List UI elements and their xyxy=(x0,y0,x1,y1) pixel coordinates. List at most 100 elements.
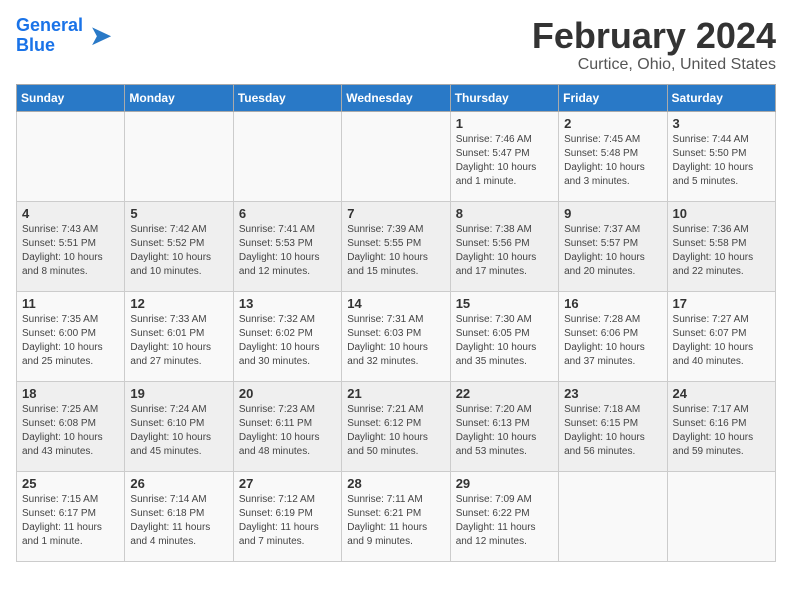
day-number: 14 xyxy=(347,296,444,311)
col-header-wednesday: Wednesday xyxy=(342,84,450,111)
calendar-cell: 29 Sunrise: 7:09 AM Sunset: 6:22 PM Dayli… xyxy=(450,471,558,561)
col-header-friday: Friday xyxy=(559,84,667,111)
day-detail: Sunrise: 7:38 AM Sunset: 5:56 PM Dayligh… xyxy=(456,223,553,279)
calendar-cell: 6 Sunrise: 7:41 AM Sunset: 5:53 PM Daylig… xyxy=(233,201,341,291)
calendar-table: SundayMondayTuesdayWednesdayThursdayFrid… xyxy=(16,84,776,562)
calendar-cell xyxy=(342,111,450,201)
calendar-cell: 16 Sunrise: 7:28 AM Sunset: 6:06 PM Dayli… xyxy=(559,291,667,381)
calendar-cell: 4 Sunrise: 7:43 AM Sunset: 5:51 PM Daylig… xyxy=(17,201,125,291)
calendar-cell: 21 Sunrise: 7:21 AM Sunset: 6:12 PM Dayli… xyxy=(342,381,450,471)
day-number: 3 xyxy=(673,116,770,131)
day-detail: Sunrise: 7:31 AM Sunset: 6:03 PM Dayligh… xyxy=(347,313,444,369)
day-number: 5 xyxy=(130,206,227,221)
calendar-cell: 7 Sunrise: 7:39 AM Sunset: 5:55 PM Daylig… xyxy=(342,201,450,291)
day-detail: Sunrise: 7:35 AM Sunset: 6:00 PM Dayligh… xyxy=(22,313,119,369)
day-number: 16 xyxy=(564,296,661,311)
calendar-cell: 1 Sunrise: 7:46 AM Sunset: 5:47 PM Daylig… xyxy=(450,111,558,201)
calendar-cell: 23 Sunrise: 7:18 AM Sunset: 6:15 PM Dayli… xyxy=(559,381,667,471)
calendar-cell: 25 Sunrise: 7:15 AM Sunset: 6:17 PM Dayli… xyxy=(17,471,125,561)
day-detail: Sunrise: 7:41 AM Sunset: 5:53 PM Dayligh… xyxy=(239,223,336,279)
day-number: 29 xyxy=(456,476,553,491)
logo: General Blue ➤ xyxy=(16,16,113,56)
col-header-tuesday: Tuesday xyxy=(233,84,341,111)
day-number: 1 xyxy=(456,116,553,131)
day-detail: Sunrise: 7:45 AM Sunset: 5:48 PM Dayligh… xyxy=(564,133,661,189)
day-detail: Sunrise: 7:39 AM Sunset: 5:55 PM Dayligh… xyxy=(347,223,444,279)
calendar-cell: 24 Sunrise: 7:17 AM Sunset: 6:16 PM Dayli… xyxy=(667,381,775,471)
day-detail: Sunrise: 7:23 AM Sunset: 6:11 PM Dayligh… xyxy=(239,403,336,459)
day-number: 22 xyxy=(456,386,553,401)
day-number: 11 xyxy=(22,296,119,311)
col-header-saturday: Saturday xyxy=(667,84,775,111)
day-number: 20 xyxy=(239,386,336,401)
day-detail: Sunrise: 7:36 AM Sunset: 5:58 PM Dayligh… xyxy=(673,223,770,279)
calendar-cell: 27 Sunrise: 7:12 AM Sunset: 6:19 PM Dayli… xyxy=(233,471,341,561)
location: Curtice, Ohio, United States xyxy=(532,56,776,74)
day-number: 24 xyxy=(673,386,770,401)
day-number: 26 xyxy=(130,476,227,491)
day-number: 19 xyxy=(130,386,227,401)
calendar-cell: 2 Sunrise: 7:45 AM Sunset: 5:48 PM Daylig… xyxy=(559,111,667,201)
calendar-cell xyxy=(17,111,125,201)
day-number: 28 xyxy=(347,476,444,491)
day-detail: Sunrise: 7:43 AM Sunset: 5:51 PM Dayligh… xyxy=(22,223,119,279)
day-detail: Sunrise: 7:21 AM Sunset: 6:12 PM Dayligh… xyxy=(347,403,444,459)
day-number: 13 xyxy=(239,296,336,311)
calendar-cell: 8Sunrise: 7:38 AM Sunset: 5:56 PM Daylig… xyxy=(450,201,558,291)
calendar-cell xyxy=(233,111,341,201)
day-number: 15 xyxy=(456,296,553,311)
calendar-cell: 20 Sunrise: 7:23 AM Sunset: 6:11 PM Dayli… xyxy=(233,381,341,471)
day-number: 18 xyxy=(22,386,119,401)
day-detail: Sunrise: 7:44 AM Sunset: 5:50 PM Dayligh… xyxy=(673,133,770,189)
logo-bird-icon: ➤ xyxy=(89,19,112,52)
day-detail: Sunrise: 7:46 AM Sunset: 5:47 PM Dayligh… xyxy=(456,133,553,189)
calendar-cell: 3 Sunrise: 7:44 AM Sunset: 5:50 PM Daylig… xyxy=(667,111,775,201)
calendar-cell xyxy=(667,471,775,561)
day-detail: Sunrise: 7:11 AM Sunset: 6:21 PM Dayligh… xyxy=(347,493,444,549)
calendar-cell: 28 Sunrise: 7:11 AM Sunset: 6:21 PM Dayli… xyxy=(342,471,450,561)
day-number: 23 xyxy=(564,386,661,401)
calendar-cell: 10 Sunrise: 7:36 AM Sunset: 5:58 PM Dayli… xyxy=(667,201,775,291)
day-number: 10 xyxy=(673,206,770,221)
day-number: 12 xyxy=(130,296,227,311)
calendar-cell: 11 Sunrise: 7:35 AM Sunset: 6:00 PM Dayli… xyxy=(17,291,125,381)
logo-text: General Blue xyxy=(16,16,83,56)
day-number: 17 xyxy=(673,296,770,311)
calendar-cell: 14 Sunrise: 7:31 AM Sunset: 6:03 PM Dayli… xyxy=(342,291,450,381)
day-detail: Sunrise: 7:17 AM Sunset: 6:16 PM Dayligh… xyxy=(673,403,770,459)
day-detail: Sunrise: 7:25 AM Sunset: 6:08 PM Dayligh… xyxy=(22,403,119,459)
col-header-thursday: Thursday xyxy=(450,84,558,111)
day-number: 6 xyxy=(239,206,336,221)
calendar-cell: 17 Sunrise: 7:27 AM Sunset: 6:07 PM Dayli… xyxy=(667,291,775,381)
day-detail: Sunrise: 7:33 AM Sunset: 6:01 PM Dayligh… xyxy=(130,313,227,369)
month-title: February 2024 xyxy=(532,16,776,56)
calendar-cell: 18 Sunrise: 7:25 AM Sunset: 6:08 PM Dayli… xyxy=(17,381,125,471)
calendar-cell: 13Sunrise: 7:32 AM Sunset: 6:02 PM Dayli… xyxy=(233,291,341,381)
day-detail: Sunrise: 7:12 AM Sunset: 6:19 PM Dayligh… xyxy=(239,493,336,549)
day-detail: Sunrise: 7:27 AM Sunset: 6:07 PM Dayligh… xyxy=(673,313,770,369)
day-number: 4 xyxy=(22,206,119,221)
day-detail: Sunrise: 7:28 AM Sunset: 6:06 PM Dayligh… xyxy=(564,313,661,369)
col-header-sunday: Sunday xyxy=(17,84,125,111)
day-number: 25 xyxy=(22,476,119,491)
day-number: 2 xyxy=(564,116,661,131)
calendar-cell: 26 Sunrise: 7:14 AM Sunset: 6:18 PM Dayli… xyxy=(125,471,233,561)
day-detail: Sunrise: 7:14 AM Sunset: 6:18 PM Dayligh… xyxy=(130,493,227,549)
day-number: 21 xyxy=(347,386,444,401)
day-detail: Sunrise: 7:20 AM Sunset: 6:13 PM Dayligh… xyxy=(456,403,553,459)
calendar-cell: 22 Sunrise: 7:20 AM Sunset: 6:13 PM Dayli… xyxy=(450,381,558,471)
calendar-cell: 12 Sunrise: 7:33 AM Sunset: 6:01 PM Dayli… xyxy=(125,291,233,381)
calendar-cell: 19 Sunrise: 7:24 AM Sunset: 6:10 PM Dayli… xyxy=(125,381,233,471)
day-detail: Sunrise: 7:09 AM Sunset: 6:22 PM Dayligh… xyxy=(456,493,553,549)
day-detail: Sunrise: 7:30 AM Sunset: 6:05 PM Dayligh… xyxy=(456,313,553,369)
calendar-cell: 15 Sunrise: 7:30 AM Sunset: 6:05 PM Dayli… xyxy=(450,291,558,381)
day-detail: Sunrise: 7:18 AM Sunset: 6:15 PM Dayligh… xyxy=(564,403,661,459)
day-detail: Sunrise: 7:15 AM Sunset: 6:17 PM Dayligh… xyxy=(22,493,119,549)
calendar-cell: 5 Sunrise: 7:42 AM Sunset: 5:52 PM Daylig… xyxy=(125,201,233,291)
calendar-cell xyxy=(125,111,233,201)
day-detail: Sunrise: 7:42 AM Sunset: 5:52 PM Dayligh… xyxy=(130,223,227,279)
day-detail: Sunrise: 7:24 AM Sunset: 6:10 PM Dayligh… xyxy=(130,403,227,459)
day-number: 27 xyxy=(239,476,336,491)
calendar-cell xyxy=(559,471,667,561)
day-number: 7 xyxy=(347,206,444,221)
